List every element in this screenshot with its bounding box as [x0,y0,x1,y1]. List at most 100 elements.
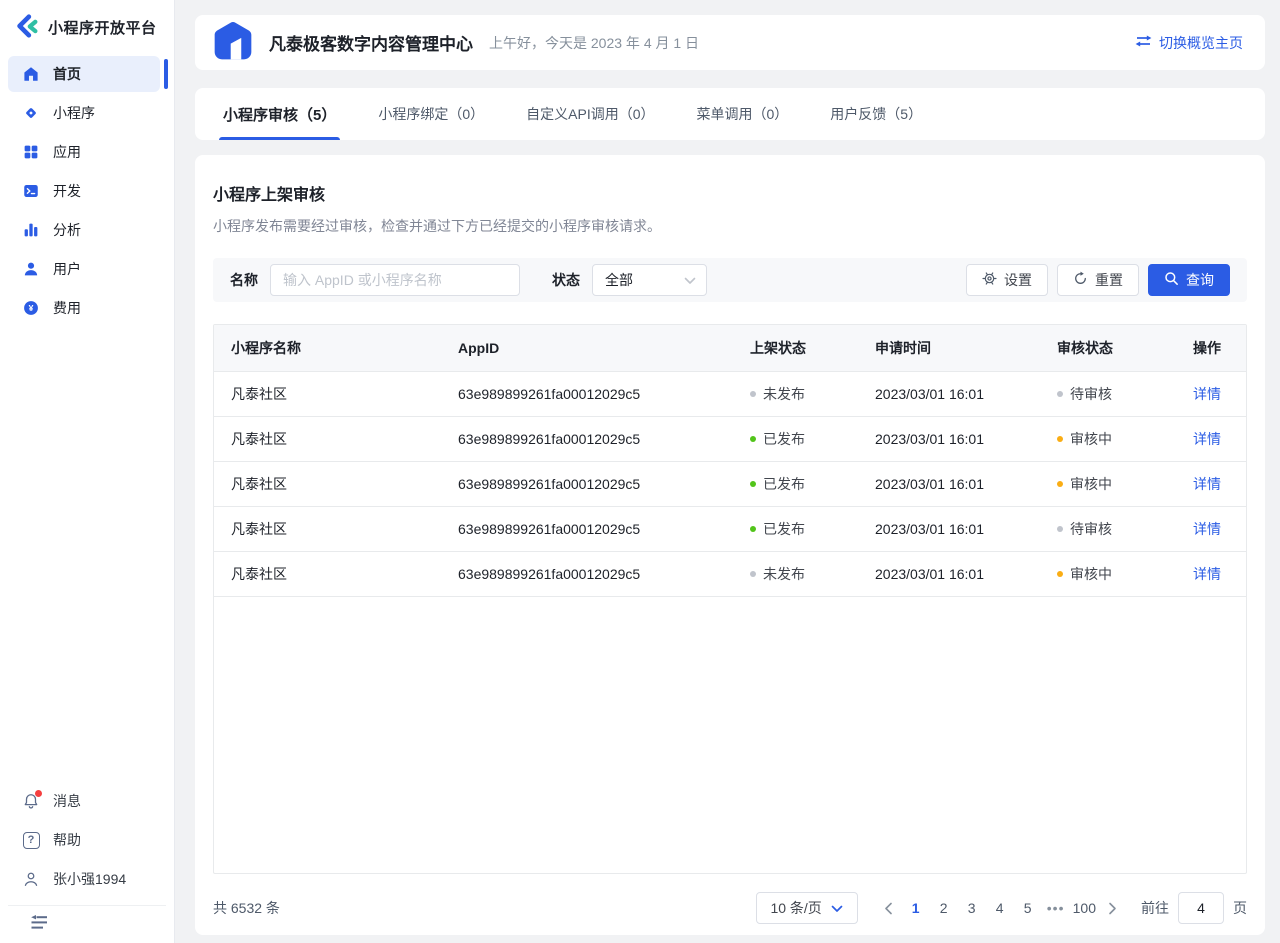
home-icon [22,65,40,83]
tab-bar: 小程序审核（5） 小程序绑定（0） 自定义API调用（0） 菜单调用（0） 用户… [195,88,1265,140]
app-id: 63e989899261fa00012029c5 [458,566,750,582]
status-dot [1057,481,1063,487]
section-description: 小程序发布需要经过审核，检查并通过下方已经提交的小程序审核请求。 [213,216,1247,236]
sidebar-item-miniprogram[interactable]: 小程序 [8,95,160,131]
sidebar-item-label: 应用 [53,142,81,162]
goto-unit-label: 页 [1233,898,1247,918]
apply-time: 2023/03/01 16:01 [875,566,1057,582]
miniprogram-name: 凡泰社区 [214,474,458,494]
miniprogram-name: 凡泰社区 [214,384,458,404]
app-id: 63e989899261fa00012029c5 [458,386,750,402]
sidebar-item-apps[interactable]: 应用 [8,134,160,170]
notification-badge [35,790,42,797]
sidebar-item-account[interactable]: 张小强1994 [8,861,160,897]
brand-name: 小程序开放平台 [48,17,157,38]
table-header-row: 小程序名称 AppID 上架状态 申请时间 审核状态 操作 [214,325,1246,372]
tab-user-feedback[interactable]: 用户反馈（5） [830,88,922,140]
page-number-1[interactable]: 1 [902,893,930,923]
status-select[interactable]: 全部 [592,264,707,296]
page-number-4[interactable]: 4 [986,893,1014,923]
app-id: 63e989899261fa00012029c5 [458,521,750,537]
switch-overview-label: 切换概览主页 [1159,33,1243,53]
publish-status: 已发布 [750,519,875,539]
pagination-bar: 共 6532 条 10 条/页 1 2 3 [213,892,1247,924]
miniprogram-name: 凡泰社区 [214,564,458,584]
reset-label: 重置 [1095,270,1123,290]
username-label: 张小强1994 [53,869,126,889]
sidebar-item-home[interactable]: 首页 [8,56,160,92]
tab-menu-calls[interactable]: 菜单调用（0） [697,88,789,140]
active-tab-indicator [219,137,340,140]
tab-miniprogram-review[interactable]: 小程序审核（5） [223,88,336,140]
review-panel: 小程序上架审核 小程序发布需要经过审核，检查并通过下方已经提交的小程序审核请求。… [195,155,1265,935]
more-pages-button[interactable]: ••• [1042,893,1070,923]
sidebar-item-develop[interactable]: 开发 [8,173,160,209]
page-number-last[interactable]: 100 [1070,893,1099,923]
column-header-publish-status: 上架状态 [750,338,875,358]
switch-overview-link[interactable]: 切换概览主页 [1135,33,1243,53]
publish-status: 已发布 [750,429,875,449]
detail-link[interactable]: 详情 [1193,431,1221,447]
column-header-name: 小程序名称 [214,338,458,358]
table-row: 凡泰社区 63e989899261fa00012029c5 已发布 2023/0… [214,507,1246,552]
apply-time: 2023/03/01 16:01 [875,386,1057,402]
search-button[interactable]: 查询 [1148,264,1230,296]
collapse-sidebar-icon [30,917,49,933]
sidebar-item-messages[interactable]: 消息 [8,783,160,819]
pagination-controls: 10 条/页 1 2 3 4 5 ••• [756,892,1247,924]
page-number-2[interactable]: 2 [930,893,958,923]
detail-link[interactable]: 详情 [1193,521,1221,537]
settings-button[interactable]: 设置 [966,264,1048,296]
app-id: 63e989899261fa00012029c5 [458,431,750,447]
tab-label: 用户反馈（5） [830,104,922,124]
settings-label: 设置 [1004,270,1032,290]
sidebar-item-label: 开发 [53,181,81,201]
prev-page-button[interactable] [876,893,902,923]
sidebar-item-help[interactable]: ? 帮助 [8,822,160,858]
tab-label: 菜单调用（0） [697,104,789,124]
reset-button[interactable]: 重置 [1057,264,1139,296]
tab-custom-api-calls[interactable]: 自定义API调用（0） [526,88,654,140]
sidebar-item-label: 消息 [53,791,81,811]
page-number-3[interactable]: 3 [958,893,986,923]
gear-icon [982,271,997,289]
page-size-select[interactable]: 10 条/页 [756,892,858,924]
sidebar-item-label: 首页 [53,64,81,84]
goto-label: 前往 [1141,898,1169,918]
greeting-text: 上午好，今天是 2023 年 4 月 1 日 [489,33,699,53]
chevron-down-icon [684,272,696,288]
page-size-value: 10 条/页 [770,898,821,918]
column-header-apply-time: 申请时间 [875,338,1057,358]
user-outline-icon [22,870,40,888]
filter-bar: 名称 状态 全部 [213,258,1247,302]
table-row: 凡泰社区 63e989899261fa00012029c5 未发布 2023/0… [214,372,1246,417]
collapse-sidebar-button[interactable] [8,905,166,943]
page-number-5[interactable]: 5 [1014,893,1042,923]
table-row: 凡泰社区 63e989899261fa00012029c5 已发布 2023/0… [214,417,1246,462]
publish-status: 未发布 [750,384,875,404]
tab-label: 小程序绑定（0） [378,104,484,124]
tab-miniprogram-binding[interactable]: 小程序绑定（0） [378,88,484,140]
review-table: 小程序名称 AppID 上架状态 申请时间 审核状态 操作 凡泰社区 63e98… [213,324,1247,874]
goto-page-input[interactable] [1178,892,1224,924]
detail-link[interactable]: 详情 [1193,476,1221,492]
section-title: 小程序上架审核 [213,181,1247,205]
status-dot [1057,436,1063,442]
detail-link[interactable]: 详情 [1193,566,1221,582]
column-header-review-status: 审核状态 [1057,338,1187,358]
refresh-icon [1073,271,1088,289]
status-select-value: 全部 [605,270,684,290]
total-count: 共 6532 条 [213,898,280,918]
brand-logo: 小程序开放平台 [0,0,174,52]
sidebar-item-analytics[interactable]: 分析 [8,212,160,248]
sidebar-item-users[interactable]: 用户 [8,251,160,287]
status-dot [750,571,756,577]
sidebar-item-label: 费用 [53,298,81,318]
question-icon: ? [22,831,40,849]
next-page-button[interactable] [1099,893,1125,923]
review-status: 审核中 [1057,564,1187,584]
sidebar-item-billing[interactable]: ¥ 费用 [8,290,160,326]
name-search-input[interactable] [270,264,520,296]
status-dot [750,436,756,442]
detail-link[interactable]: 详情 [1193,386,1221,402]
